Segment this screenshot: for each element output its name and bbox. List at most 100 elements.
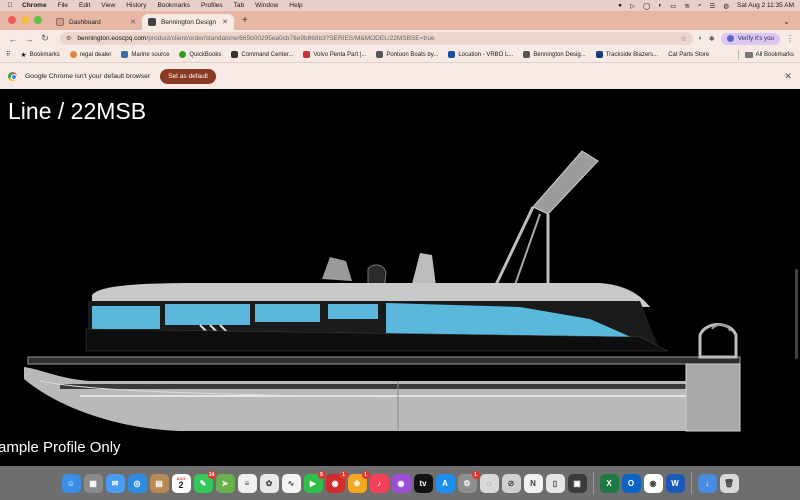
photos-flower-icon[interactable]: ❀ 1 <box>347 470 370 493</box>
reminders-icon[interactable]: ≡ <box>237 473 257 493</box>
status-dot-icon[interactable]: ● <box>618 2 622 9</box>
trash-icon[interactable]: 🗑 <box>719 473 739 493</box>
window-controls <box>0 16 50 30</box>
tab-dashboard[interactable]: Dashboard ✕ <box>50 14 142 30</box>
wifi-icon[interactable]: ≋ <box>684 2 689 10</box>
dock-glyph: ◎ <box>133 478 141 488</box>
menu-profiles[interactable]: Profiles <box>201 2 223 9</box>
pontoon-stripe <box>60 384 740 389</box>
menu-help[interactable]: Help <box>289 2 302 9</box>
profile-verify-button[interactable]: Verify it's you <box>720 32 780 45</box>
menu-edit[interactable]: Edit <box>79 2 90 9</box>
menu-tab[interactable]: Tab <box>234 2 244 9</box>
freeform-icon[interactable]: ∿ <box>281 473 301 493</box>
extensions-puzzle-icon[interactable]: ✱ <box>709 35 715 43</box>
podcasts-icon[interactable]: ◉ <box>391 473 411 493</box>
bookmark-item[interactable]: Marine source <box>121 51 169 58</box>
forward-arrow-icon[interactable]: → <box>22 34 36 44</box>
calendar-icon[interactable]: AUG 2 <box>171 473 191 493</box>
bookmark-item[interactable]: Location - VRBO L... <box>448 51 513 58</box>
menu-bookmarks[interactable]: Bookmarks <box>157 2 190 9</box>
app-dark-icon[interactable]: ▣ <box>567 473 587 493</box>
menu-window[interactable]: Window <box>255 2 278 9</box>
maps-icon[interactable]: ➤ <box>215 473 235 493</box>
minimize-window-button[interactable] <box>21 16 29 24</box>
bookmark-item[interactable]: ★ Bookmarks <box>20 51 59 60</box>
bookmark-item[interactable]: Bennington Desig... <box>523 51 586 58</box>
app-red-icon[interactable]: ◉ 1 <box>325 470 348 493</box>
notification-badge: 1 <box>471 470 480 479</box>
model-title: Line / 22MSB <box>8 98 147 124</box>
close-icon[interactable]: ✕ <box>130 18 136 26</box>
bookmark-item[interactable]: Command Center... <box>231 51 293 58</box>
bookmark-star-icon[interactable]: ☆ <box>680 35 686 43</box>
reload-icon[interactable]: ↻ <box>38 33 52 44</box>
tab-search-chevron-icon[interactable]: ⌄ <box>783 17 800 30</box>
messages-icon[interactable]: ✎ 14 <box>193 470 216 493</box>
downloads-icon[interactable]: ↓ <box>697 473 717 493</box>
status-d-icon[interactable]: ◐ <box>658 2 662 9</box>
tab-bennington-design-center[interactable]: Bennington Design Center ✕ <box>142 14 234 30</box>
tab-favicon-icon <box>148 18 156 26</box>
menu-file[interactable]: File <box>58 2 68 9</box>
menu-view[interactable]: View <box>101 2 115 9</box>
menubar-clock[interactable]: Sat Aug 2 11:35 AM <box>737 2 794 9</box>
news-icon[interactable]: N <box>523 473 543 493</box>
bookmark-item[interactable]: Trackside Blazers... <box>595 51 658 58</box>
outlook-icon[interactable]: O <box>621 473 641 493</box>
control-center-icon[interactable]: ☰ <box>710 2 716 10</box>
bookmark-item[interactable]: QuickBooks <box>179 51 221 58</box>
notes-folder-icon[interactable]: ▤ <box>149 473 169 493</box>
extension-icon[interactable]: ◐ <box>699 35 703 42</box>
siri-icon[interactable]: ◍ <box>723 2 729 10</box>
bookmark-item[interactable]: Pontoon Boats by... <box>376 51 438 58</box>
apple-logo-icon[interactable]:  <box>6 2 14 9</box>
excel-icon[interactable]: X <box>599 473 619 493</box>
spotlight-search-icon[interactable]: ⌕ <box>698 2 702 10</box>
tv-icon[interactable]: tv <box>413 473 433 493</box>
dock-glyph: tv <box>419 478 427 488</box>
more-menu-icon[interactable]: ⋮ <box>786 34 794 43</box>
close-icon[interactable]: ✕ <box>784 71 792 82</box>
page-content: Line / 22MSB ample Profile Only <box>0 89 800 466</box>
apps-grid-icon[interactable]: ⠿ <box>6 51 10 58</box>
bookmark-label: QuickBooks <box>189 51 222 58</box>
rear-ladder <box>698 323 738 359</box>
new-tab-plus-icon[interactable]: + <box>234 15 256 30</box>
bookmark-item[interactable]: Cat Parts Store <box>668 52 709 58</box>
system-settings-icon[interactable]: ⚙ 1 <box>457 470 480 493</box>
photos-icon[interactable]: ✿ <box>259 473 279 493</box>
status-battery-icon[interactable]: ▭ <box>670 2 676 10</box>
status-circle-icon[interactable]: ◯ <box>643 2 650 10</box>
bookmark-label: Marine source <box>131 51 170 58</box>
status-play-icon[interactable]: ▷ <box>630 2 635 10</box>
launchpad-icon[interactable]: ▦ <box>83 473 103 493</box>
set-as-default-button[interactable]: Set as default <box>160 68 216 84</box>
app-store-icon[interactable]: A <box>435 473 455 493</box>
mail-icon[interactable]: ✉ <box>105 473 125 493</box>
fullscreen-window-button[interactable] <box>34 16 42 24</box>
bookmark-item[interactable]: Volvo Penta Part |... <box>303 51 366 58</box>
chrome-icon[interactable]: ◉ <box>643 473 663 493</box>
browser-tab-bar: Dashboard ✕ Bennington Design Center ✕ +… <box>0 11 800 30</box>
word-icon[interactable]: W <box>665 473 685 493</box>
bookmark-favicon-icon <box>595 51 603 58</box>
bookmark-item[interactable]: regal dealer <box>69 51 111 58</box>
close-icon[interactable]: ✕ <box>222 18 228 26</box>
menu-history[interactable]: History <box>126 2 146 9</box>
safari-icon[interactable]: ◎ <box>127 473 147 493</box>
close-window-button[interactable] <box>8 16 16 24</box>
app-gray-icon[interactable]: ◌ <box>479 473 499 493</box>
facetime-icon[interactable]: ▶ 5 <box>303 470 326 493</box>
finder-icon[interactable]: ☺ <box>61 473 81 493</box>
iphone-mirroring-icon[interactable]: ▯ <box>545 473 565 493</box>
back-arrow-icon[interactable]: ← <box>6 34 20 44</box>
menu-app-name[interactable]: Chrome <box>22 2 47 9</box>
all-bookmarks[interactable]: All Bookmarks <box>732 49 794 60</box>
no-entry-icon[interactable]: ⊘ <box>501 473 521 493</box>
bimini-top <box>492 150 599 300</box>
scrollbar-thumb[interactable] <box>795 269 798 359</box>
music-icon[interactable]: ♪ <box>369 473 389 493</box>
address-bar[interactable]: ⚙ bennington.eoscpq.com /product/client/… <box>60 32 693 45</box>
site-info-icon[interactable]: ⚙ <box>66 35 71 42</box>
